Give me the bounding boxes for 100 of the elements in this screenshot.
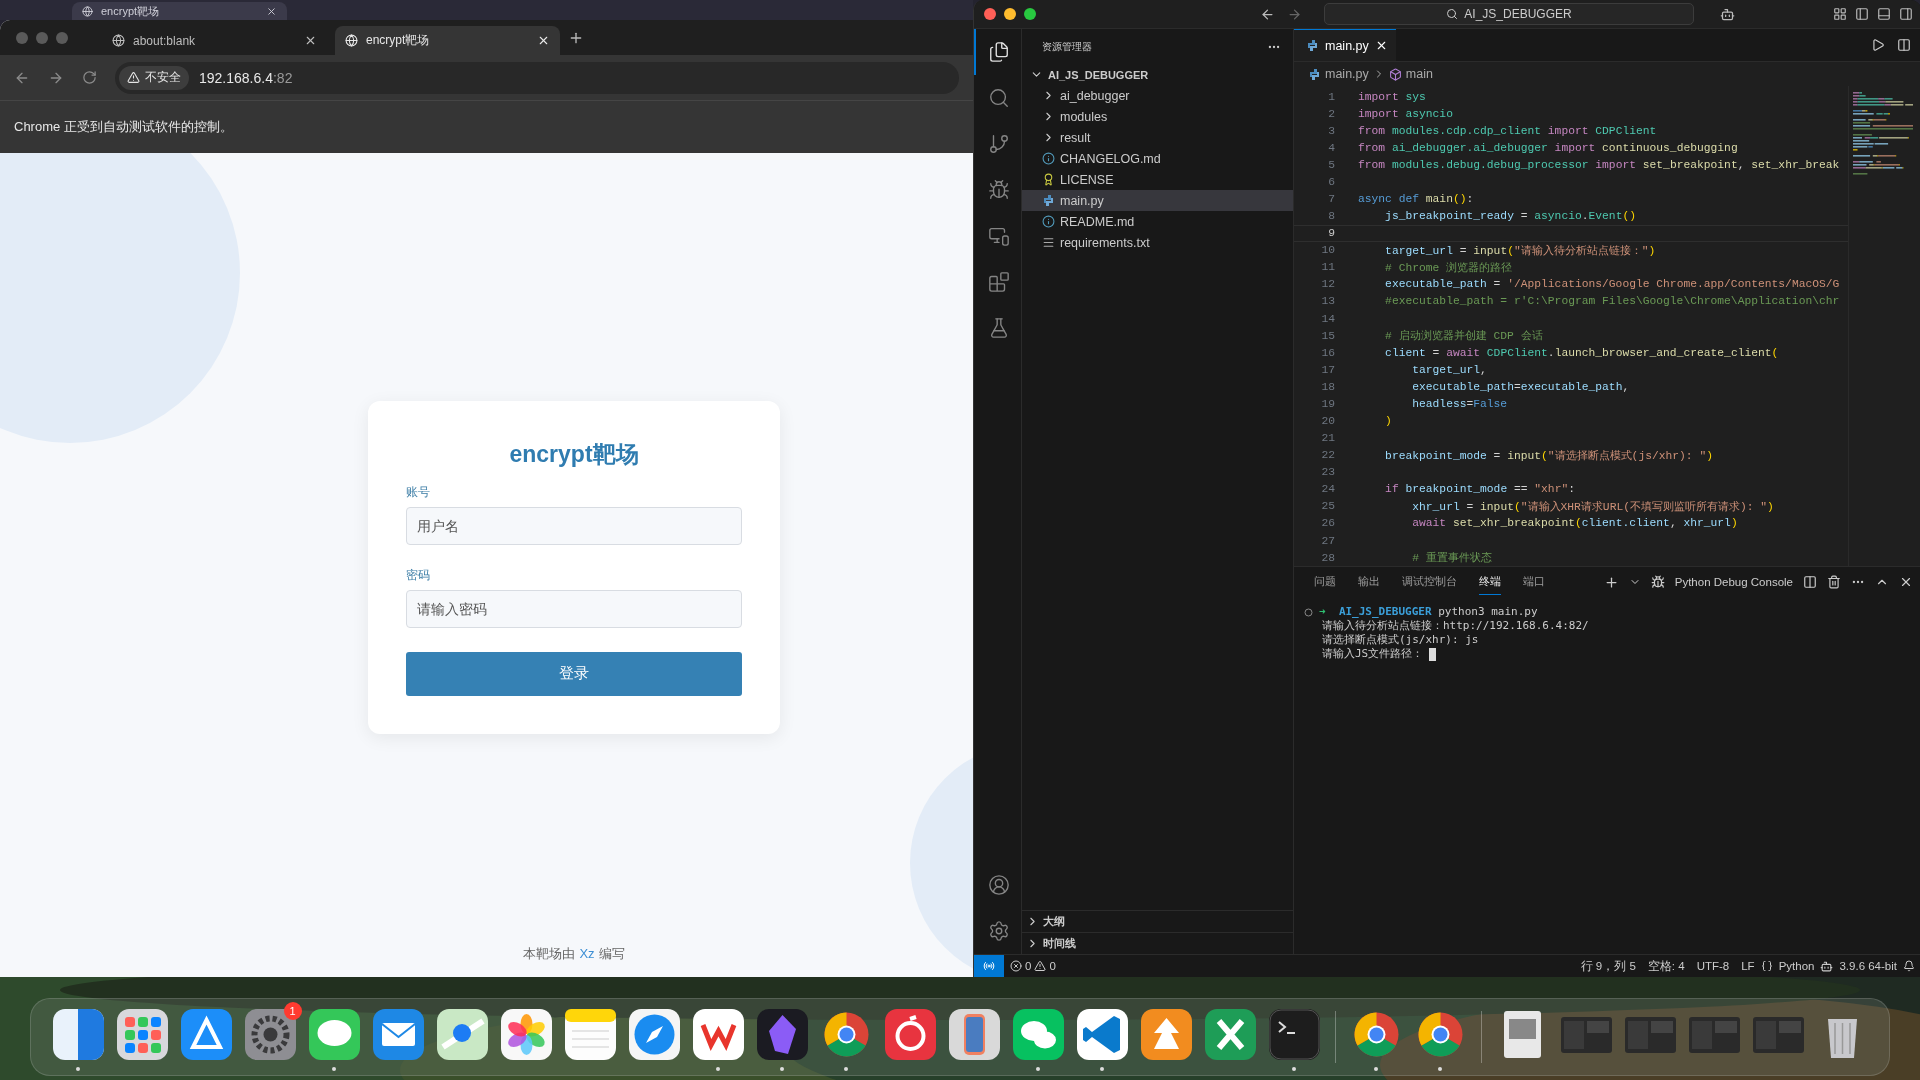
robot-icon[interactable] <box>1720 6 1735 22</box>
error-icon <box>1010 960 1022 972</box>
panel-tab[interactable]: 问题 <box>1314 569 1336 595</box>
file-tree-item[interactable]: LICENSE <box>1022 169 1293 190</box>
file-tree-item[interactable]: main.py <box>1022 190 1293 211</box>
forward-icon[interactable] <box>1287 6 1302 22</box>
input-field[interactable]: 请输入密码 <box>406 589 742 628</box>
line-number: 11 <box>1320 261 1335 274</box>
language-status[interactable]: Python <box>1772 960 1821 972</box>
back-icon[interactable] <box>1260 6 1275 22</box>
trash-icon[interactable] <box>1827 575 1841 589</box>
interpreter-status[interactable]: 3.9.6 64-bit <box>1833 960 1903 972</box>
envelope-icon[interactable] <box>370 1007 426 1062</box>
file-tree-item[interactable]: README.md <box>1022 211 1293 232</box>
map-icon[interactable] <box>434 1007 490 1062</box>
line-number: 5 <box>1327 158 1335 171</box>
line-number: 24 <box>1320 483 1335 496</box>
gear-icon[interactable] <box>242 1007 298 1062</box>
indentation-status[interactable]: 空格: 4 <box>1641 958 1691 974</box>
line-number: 3 <box>1327 124 1335 137</box>
breadcrumb-item[interactable]: main.py <box>1325 67 1369 81</box>
zigzag-icon[interactable] <box>690 1007 746 1062</box>
line-number: 19 <box>1320 397 1335 410</box>
grid-icon[interactable] <box>114 1007 170 1062</box>
line-number: 26 <box>1320 517 1335 530</box>
account-icon[interactable] <box>987 874 1010 896</box>
two-tone-square-icon[interactable] <box>50 1007 106 1062</box>
close-icon[interactable] <box>304 34 317 47</box>
breadcrumb-item[interactable]: main <box>1405 67 1433 81</box>
blocks-icon <box>987 271 1010 293</box>
info-icon <box>1042 152 1055 165</box>
browser-tab[interactable]: about:blank <box>102 26 327 55</box>
panel-tab[interactable]: 终端 <box>1479 569 1501 595</box>
file-tree-item[interactable]: AI_JS_DEBUGGER <box>1022 64 1293 85</box>
field-label: 密码 <box>406 566 431 584</box>
compass-icon[interactable] <box>626 1007 682 1062</box>
notepad-icon[interactable] <box>562 1007 618 1062</box>
file-tree-item[interactable]: requirements.txt <box>1022 232 1293 253</box>
split-terminal-icon[interactable] <box>1803 575 1817 589</box>
command-search-field[interactable]: AI_JS_DEBUGGER <box>1324 3 1694 25</box>
cross-icon[interactable] <box>1202 1007 1258 1062</box>
close-icon[interactable] <box>1899 575 1913 589</box>
robot-icon[interactable] <box>1820 959 1834 973</box>
code-line: import asyncio <box>1358 107 1453 120</box>
network-icon[interactable] <box>1138 1007 1194 1062</box>
line-ending-status[interactable]: LF <box>1735 960 1761 972</box>
remote-button[interactable] <box>974 955 1004 977</box>
login-button[interactable]: 登录 <box>406 651 742 696</box>
file-type-icon <box>1308 67 1321 81</box>
file-tree-item[interactable]: CHANGELOG.md <box>1022 148 1293 169</box>
reload-icon[interactable] <box>82 70 97 85</box>
code-line: js_breakpoint_ready = asyncio.Event() <box>1384 210 1636 223</box>
chat-bubbles-icon[interactable] <box>1010 1007 1066 1062</box>
run-icon[interactable] <box>1871 38 1885 52</box>
close-icon[interactable] <box>537 34 550 47</box>
browser-tab[interactable]: encrypt靶场 <box>72 2 287 20</box>
code-line: target_url = input("请输入待分析站点链接：") <box>1384 243 1656 258</box>
panel-tab[interactable]: 端口 <box>1523 569 1545 595</box>
layout-icon[interactable] <box>1833 7 1847 21</box>
flower-icon[interactable] <box>498 1007 554 1062</box>
code-line: from modules.debug.debug_processor import set_breakpoint, set_xhr_break <box>1358 158 1840 171</box>
panel-tab[interactable]: 输出 <box>1358 569 1380 595</box>
running-indicator <box>1100 1067 1104 1071</box>
code-editor-icon[interactable] <box>1074 1007 1130 1062</box>
panel-right-icon[interactable] <box>1899 7 1913 21</box>
editor-tab[interactable]: main.py <box>1294 29 1396 61</box>
file-tree-item[interactable]: modules <box>1022 106 1293 127</box>
circle-icon <box>1304 607 1313 617</box>
line-number: 18 <box>1320 380 1335 393</box>
settings-icon[interactable] <box>987 920 1010 942</box>
bell-icon[interactable] <box>1903 960 1915 972</box>
encoding-status[interactable]: UTF-8 <box>1690 960 1736 972</box>
file-tree-item[interactable]: result <box>1022 127 1293 148</box>
cursor-position[interactable]: 行 9，列 5 <box>1574 958 1642 974</box>
security-badge[interactable]: 不安全 <box>119 65 189 90</box>
browser-tab[interactable]: encrypt靶场 <box>335 26 560 55</box>
panel-bottom-icon[interactable] <box>1877 7 1891 21</box>
file-type-icon <box>1306 39 1319 52</box>
chat-bubble-icon[interactable] <box>306 1007 362 1062</box>
address-bar[interactable]: 不安全 192.168.6.4:82 <box>115 61 959 94</box>
new-terminal-icon[interactable] <box>1603 574 1619 590</box>
braces-icon <box>1760 960 1773 972</box>
running-indicator <box>780 1067 784 1071</box>
sidebar-section[interactable]: 大纲 <box>1022 910 1293 932</box>
panel-tab[interactable]: 调试控制台 <box>1402 569 1457 595</box>
input-field[interactable]: 用户名 <box>406 506 742 545</box>
phone-icon[interactable] <box>946 1007 1002 1062</box>
globe-icon <box>82 5 93 17</box>
running-indicator <box>844 1067 848 1071</box>
line-number: 22 <box>1320 449 1335 462</box>
swirl-icon[interactable] <box>882 1007 938 1062</box>
terminal-prompt: ➜ AI_JS_DEBUGGER python3 main.py <box>1319 605 1538 619</box>
split-editor-icon[interactable] <box>1897 38 1911 52</box>
panel-left-icon[interactable] <box>1855 7 1869 21</box>
files-icon <box>987 41 1010 63</box>
code-line: #executable_path = r'C:\Program Files\Google\Chrome\Application\chr <box>1384 295 1840 308</box>
gem-icon[interactable] <box>754 1007 810 1062</box>
terminal-name[interactable]: Python Debug Console <box>1674 576 1793 588</box>
file-tree-item[interactable]: ai_debugger <box>1022 85 1293 106</box>
problems-status[interactable]: 0 0 <box>1004 960 1062 972</box>
